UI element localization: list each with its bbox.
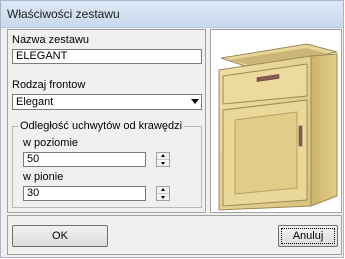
vertical-input[interactable]: 30 bbox=[23, 186, 146, 201]
door-handle bbox=[298, 125, 303, 147]
window-title: Właściwości zestawu bbox=[7, 7, 120, 21]
dialog-window: Właściwości zestawu Nazwa zestawu ELEGAN… bbox=[0, 0, 344, 258]
chevron-down-icon[interactable] bbox=[191, 99, 199, 104]
spin-up-button[interactable] bbox=[157, 187, 169, 194]
spin-down-button[interactable] bbox=[157, 160, 169, 166]
arrow-up-icon bbox=[161, 154, 165, 157]
arrow-down-icon bbox=[161, 162, 165, 165]
cabinet-preview-image bbox=[218, 43, 338, 211]
door-panel bbox=[234, 111, 298, 195]
handle-offset-group-label: Odległość uchwytów od krawędzi bbox=[18, 120, 185, 132]
arrow-up-icon bbox=[161, 188, 165, 191]
cabinet-side bbox=[310, 53, 338, 207]
arrow-down-icon bbox=[161, 196, 165, 199]
spin-down-button[interactable] bbox=[157, 194, 169, 200]
vertical-spinner[interactable] bbox=[156, 186, 170, 201]
properties-panel: Nazwa zestawu ELEGANT Rodzaj frontow Ele… bbox=[7, 29, 206, 213]
button-bar: OK Anuluj bbox=[7, 215, 342, 255]
spin-up-button[interactable] bbox=[157, 153, 169, 160]
set-name-input[interactable]: ELEGANT bbox=[12, 49, 202, 64]
horizontal-spinner[interactable] bbox=[156, 152, 170, 167]
title-bar: Właściwości zestawu bbox=[1, 1, 343, 28]
front-type-select[interactable]: Elegant bbox=[12, 94, 202, 110]
ok-button[interactable]: OK bbox=[12, 225, 108, 247]
front-type-label: Rodzaj frontow bbox=[12, 79, 86, 91]
cabinet-preview bbox=[210, 29, 342, 213]
vertical-label: w pionie bbox=[23, 171, 64, 183]
front-type-value: Elegant bbox=[16, 96, 54, 108]
set-name-label: Nazwa zestawu bbox=[12, 34, 90, 46]
handle-offset-group: Odległość uchwytów od krawędzi w poziomi… bbox=[12, 120, 202, 208]
horizontal-label: w poziomie bbox=[23, 137, 79, 149]
horizontal-input[interactable]: 50 bbox=[23, 152, 146, 167]
cancel-button[interactable]: Anuluj bbox=[278, 225, 338, 247]
